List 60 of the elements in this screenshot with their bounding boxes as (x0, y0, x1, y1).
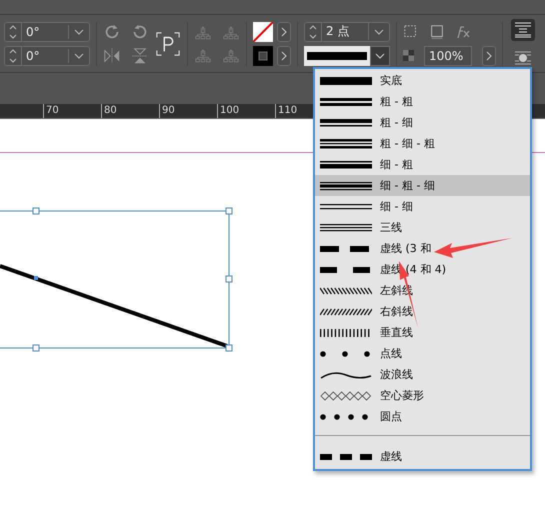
stroke-type-item[interactable]: 圆点 (315, 406, 530, 427)
stroke-sample-icon (320, 326, 372, 338)
stroke-type-dropdown[interactable] (304, 46, 390, 66)
flip-horizontal-icon[interactable] (103, 46, 121, 64)
stroke-type-item[interactable]: 粗 - 细 - 粗 (315, 133, 530, 154)
chevron-button[interactable] (277, 22, 291, 42)
caret-icon[interactable] (375, 52, 385, 58)
rotation-field[interactable]: 0° (4, 46, 90, 66)
stroke-sample-icon (320, 390, 372, 402)
opacity-value: 100% (429, 48, 464, 62)
ruler-label: 80 (101, 104, 159, 118)
caret-icon[interactable] (74, 28, 84, 34)
stroke-type-item[interactable]: 波浪线 (315, 364, 530, 385)
flip-vertical-icon[interactable] (131, 46, 149, 64)
ruler-label: 100 (217, 104, 275, 118)
stroke-weight-field[interactable]: 2 点 (304, 22, 390, 42)
rotation-value: 0° (22, 24, 69, 38)
ruler-label: 70 (43, 104, 101, 118)
stroke-type-item[interactable]: 虚线 (3 和 (315, 238, 530, 259)
chevron-icon (281, 50, 287, 60)
stroke-sample-icon (320, 96, 372, 108)
stroke-sample-icon (320, 158, 372, 170)
stroke-weight-value: 2 点 (322, 23, 369, 40)
stroke-type-item[interactable]: 实底 (315, 70, 530, 91)
stroke-type-item[interactable]: 虚线 (315, 446, 530, 467)
stroke-sample-icon (320, 180, 372, 192)
fill-none-swatch-icon[interactable] (253, 22, 273, 42)
stroke-type-item[interactable]: 细 - 细 (315, 196, 530, 217)
rotate-clockwise-icon[interactable] (103, 22, 121, 40)
stroke-sample-icon (320, 116, 372, 128)
stroke-type-item[interactable]: 三线 (315, 217, 530, 238)
ruler-label: 90 (159, 104, 217, 118)
stroke-type-item[interactable]: 空心菱形 (315, 385, 530, 406)
stroke-type-item[interactable]: 垂直线 (315, 322, 530, 343)
stroke-sample-icon (320, 138, 372, 150)
opacity-icon[interactable] (403, 50, 414, 61)
rotate-counterclockwise-icon[interactable] (131, 22, 149, 40)
frame-corner-icon[interactable] (403, 24, 419, 40)
stroke-sample-icon (320, 222, 372, 234)
chevron-button[interactable] (482, 46, 496, 66)
caret-icon[interactable] (74, 52, 84, 58)
stroke-type-item[interactable]: 细 - 粗 - 细 (315, 175, 530, 196)
caret-icon[interactable] (374, 28, 384, 34)
stroke-type-item[interactable]: 细 - 粗 (315, 154, 530, 175)
selection-frame[interactable] (0, 208, 232, 352)
stroke-sample-icon (320, 306, 372, 318)
chevron-button[interactable] (277, 46, 291, 66)
stroke-type-item[interactable]: 点线 (315, 343, 530, 364)
stroke-type-item[interactable]: 右斜线 (315, 301, 530, 322)
reference-point-icon[interactable] (155, 30, 181, 56)
opacity-field[interactable]: 100% (424, 46, 472, 66)
stroke-swatch-icon[interactable] (253, 46, 273, 66)
text-wrap-button[interactable] (511, 18, 535, 40)
square-icon[interactable] (429, 24, 445, 40)
chevron-icon (281, 26, 287, 36)
stroke-sample-icon (320, 284, 372, 296)
rotation-field[interactable]: 0° (4, 22, 90, 42)
chevron-icon (486, 50, 492, 60)
stroke-sample-icon (320, 74, 372, 86)
rotation-value: 0° (22, 48, 69, 62)
